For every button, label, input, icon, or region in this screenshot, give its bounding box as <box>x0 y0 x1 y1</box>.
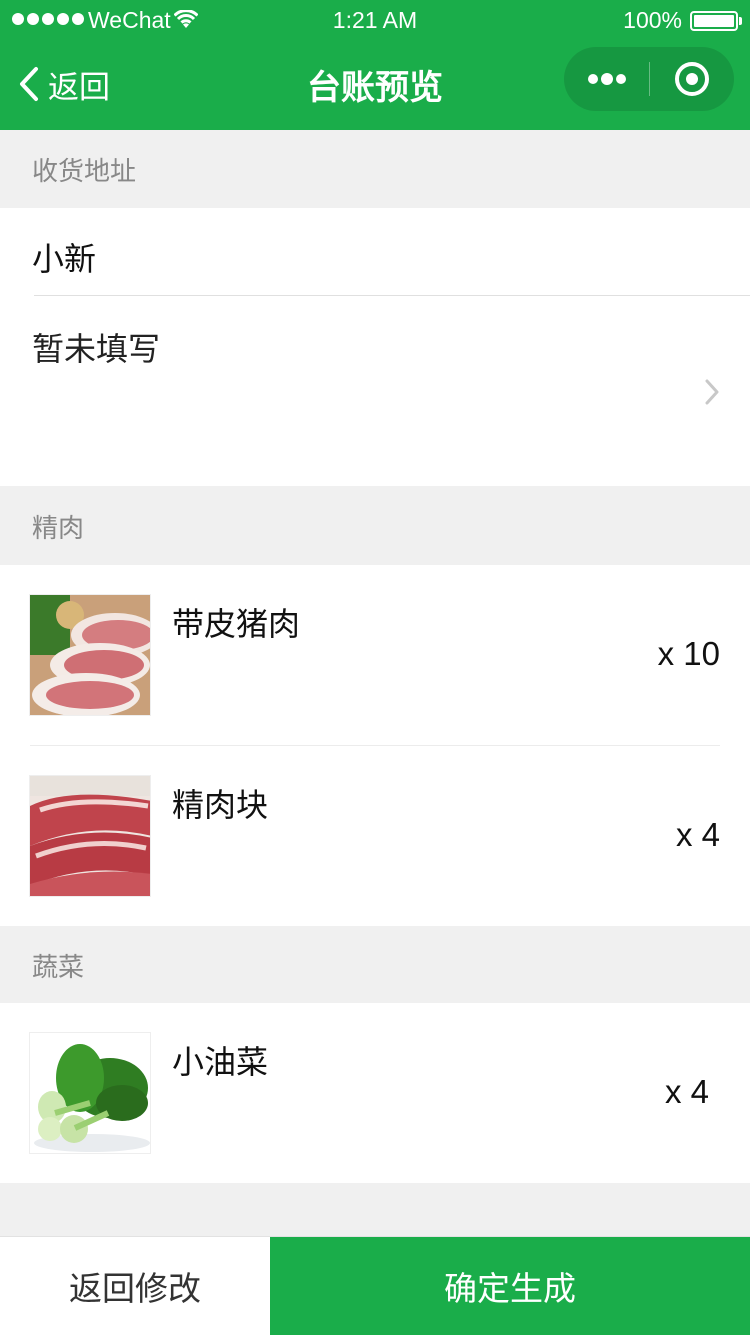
product-quantity: x 4 <box>675 816 720 853</box>
group-title-meat: 精肉 <box>0 486 750 565</box>
product-name: 带皮猪肉 <box>172 605 301 643</box>
address-divider <box>34 295 750 296</box>
product-quantity: x 4 <box>664 1073 709 1110</box>
battery-icon <box>690 11 742 31</box>
battery-percentage: 100% <box>623 7 682 33</box>
mini-program-capsule <box>564 47 734 111</box>
group-title-vegetable: 蔬菜 <box>0 926 750 1003</box>
address-section-title: 收货地址 <box>0 130 750 208</box>
bok-choy-image <box>29 1032 151 1154</box>
product-name: 小油菜 <box>172 1043 269 1081</box>
more-dots-icon[interactable] <box>564 47 649 111</box>
list-item[interactable]: 小油菜 x 4 <box>0 1003 750 1183</box>
address-name: 小新 <box>32 240 97 278</box>
status-bar: WeChat 1:21 AM 100% <box>0 0 750 40</box>
pork-with-skin-image <box>29 594 151 716</box>
confirm-generate-button[interactable]: 确定生成 <box>270 1237 750 1335</box>
address-card[interactable]: 小新 暂未填写 <box>0 208 750 486</box>
address-detail: 暂未填写 <box>32 330 161 368</box>
back-edit-button[interactable]: 返回修改 <box>0 1237 270 1335</box>
list-item[interactable]: 精肉块 x 4 <box>0 746 750 926</box>
list-item[interactable]: 带皮猪肉 x 10 <box>0 565 750 745</box>
record-circle-icon[interactable] <box>650 47 734 111</box>
header: WeChat 1:21 AM 100% 返回 台账预览 <box>0 0 750 130</box>
product-quantity: x 10 <box>657 635 720 672</box>
nav-bar: 返回 台账预览 <box>0 40 750 130</box>
group-card-meat: 带皮猪肉 x 10 精肉块 x 4 <box>0 565 750 926</box>
bottom-action-bar: 返回修改 确定生成 <box>0 1236 750 1335</box>
product-name: 精肉块 <box>172 786 269 824</box>
group-card-vegetable: 小油菜 x 4 <box>0 1003 750 1183</box>
chevron-right-icon <box>704 378 720 410</box>
lean-pork-chunks-image <box>29 775 151 897</box>
